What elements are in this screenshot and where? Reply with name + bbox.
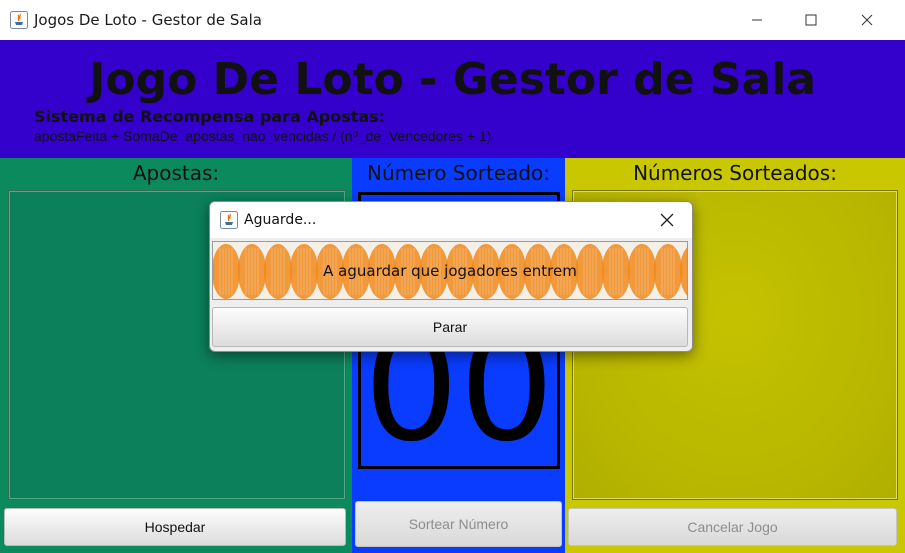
aguarde-dialog: Aguarde... A aguardar que jogadores entr… [209,201,693,352]
page-title: Jogo De Loto - Gestor de Sala [89,54,816,105]
cancelar-jogo-button[interactable]: Cancelar Jogo [568,508,897,546]
minimize-icon [752,19,762,21]
dialog-title: Aguarde... [244,212,317,228]
window-title: Jogos De Loto - Gestor de Sala [34,11,262,29]
close-icon [861,14,873,26]
header: Jogo De Loto - Gestor de Sala Sistema de… [0,40,905,158]
main-window: Jogos De Loto - Gestor de Sala Jogo De L… [0,0,905,553]
java-icon [10,11,28,29]
title-bar: Jogos De Loto - Gestor de Sala [0,0,905,40]
reward-system-title: Sistema de Recompensa para Apostas: [34,107,386,126]
dialog-title-bar: Aguarde... [210,202,692,238]
numero-sorteado-label: Número Sorteado: [366,161,551,185]
progress-bar: A aguardar que jogadores entrem [212,241,688,300]
minimize-button[interactable] [730,0,784,40]
reward-formula: apostaFeita + SomaDe_apostas_nao_vencida… [34,128,492,144]
parar-button[interactable]: Parar [212,307,688,347]
sortear-numero-button[interactable]: Sortear Número [355,501,562,547]
numeros-sorteados-label: Números Sorteados: [633,161,837,185]
close-icon[interactable] [658,211,676,229]
apostas-label: Apostas: [132,161,220,185]
close-button[interactable] [840,0,894,40]
java-icon [220,211,238,229]
maximize-button[interactable] [784,0,838,40]
progress-text: A aguardar que jogadores entrem [323,262,577,280]
hospedar-button[interactable]: Hospedar [4,508,346,546]
maximize-icon [805,14,817,26]
